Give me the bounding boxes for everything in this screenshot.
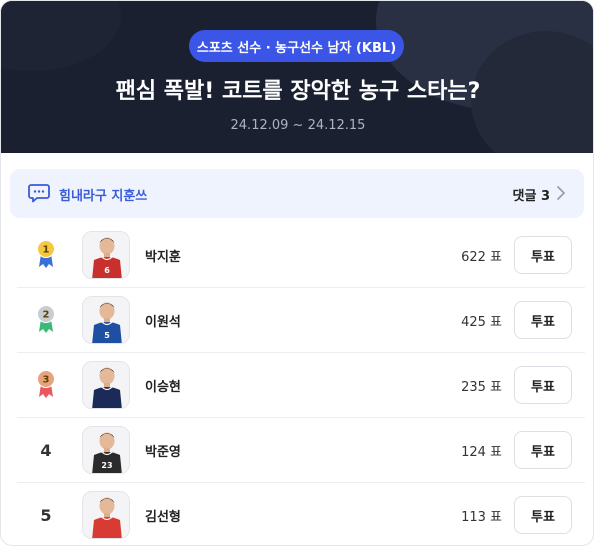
player-name: 김선형: [145, 510, 181, 525]
comment-icon: [28, 184, 50, 203]
jersey-number: 5: [104, 331, 110, 340]
jersey-number: 6: [104, 266, 110, 275]
vote-button[interactable]: 투표: [514, 431, 572, 469]
rank-number: 3: [43, 375, 50, 386]
page-title: 팬심 폭발! 코트를 장악한 농구 스타는?: [115, 79, 481, 104]
gold-medal-icon: 1: [31, 237, 61, 273]
silver-medal-icon: 2: [31, 302, 61, 338]
rank-number: 2: [43, 310, 50, 321]
ranking-row: 5 김선형 113 표 투표: [17, 483, 585, 545]
player-photo: 5: [82, 296, 130, 344]
player-name: 박준영: [145, 445, 181, 460]
vote-count: 622 표: [461, 250, 502, 265]
jersey-number: 23: [101, 461, 112, 470]
vote-count: 235 표: [461, 380, 502, 395]
player-name: 이승현: [145, 380, 181, 395]
hero-decoration: [1, 1, 121, 71]
rank-number-text: 5: [40, 505, 52, 525]
rank-number: 4: [31, 432, 61, 468]
player-photo: 23: [82, 426, 130, 474]
vote-card: 스포츠 선수 · 농구선수 남자 (KBL) 팬심 폭발! 코트를 장악한 농구…: [0, 0, 594, 546]
ranking-row: 3 이승현 235 표 투표: [17, 353, 585, 418]
comment-count: 댓글 3: [512, 189, 551, 204]
rank-number: 5: [31, 497, 61, 533]
date-range: 24.12.09 ~ 24.12.15: [230, 118, 366, 133]
ranking-row: 2 5 이원석 425 표 투표: [17, 288, 585, 353]
vote-count: 113 표: [461, 510, 502, 525]
player-name: 박지훈: [145, 250, 181, 265]
hero-banner: 스포츠 선수 · 농구선수 남자 (KBL) 팬심 폭발! 코트를 장악한 농구…: [1, 1, 593, 153]
player-photo: [82, 361, 130, 409]
comment-bar[interactable]: 힘내라구 지훈쓰 댓글 3: [10, 169, 584, 218]
vote-button[interactable]: 투표: [514, 496, 572, 534]
vote-count: 425 표: [461, 315, 502, 330]
vote-button[interactable]: 투표: [514, 236, 572, 274]
vote-button[interactable]: 투표: [514, 301, 572, 339]
comment-title: 힘내라구 지훈쓰: [59, 189, 148, 204]
player-name: 이원석: [145, 315, 181, 330]
player-photo: [82, 491, 130, 539]
bronze-medal-icon: 3: [31, 367, 61, 403]
player-photo: 6: [82, 231, 130, 279]
ranking-row: 1 6 박지훈 622 표 투표: [17, 223, 585, 288]
rank-number-text: 4: [40, 440, 52, 460]
rank-number: 1: [43, 245, 50, 256]
chevron-right-icon: [557, 186, 565, 200]
category-chip[interactable]: 스포츠 선수 · 농구선수 남자 (KBL): [189, 30, 404, 62]
vote-button[interactable]: 투표: [514, 366, 572, 404]
vote-count: 124 표: [461, 445, 502, 460]
ranking-row: 4 23 박준영 124 표 투표: [17, 418, 585, 483]
